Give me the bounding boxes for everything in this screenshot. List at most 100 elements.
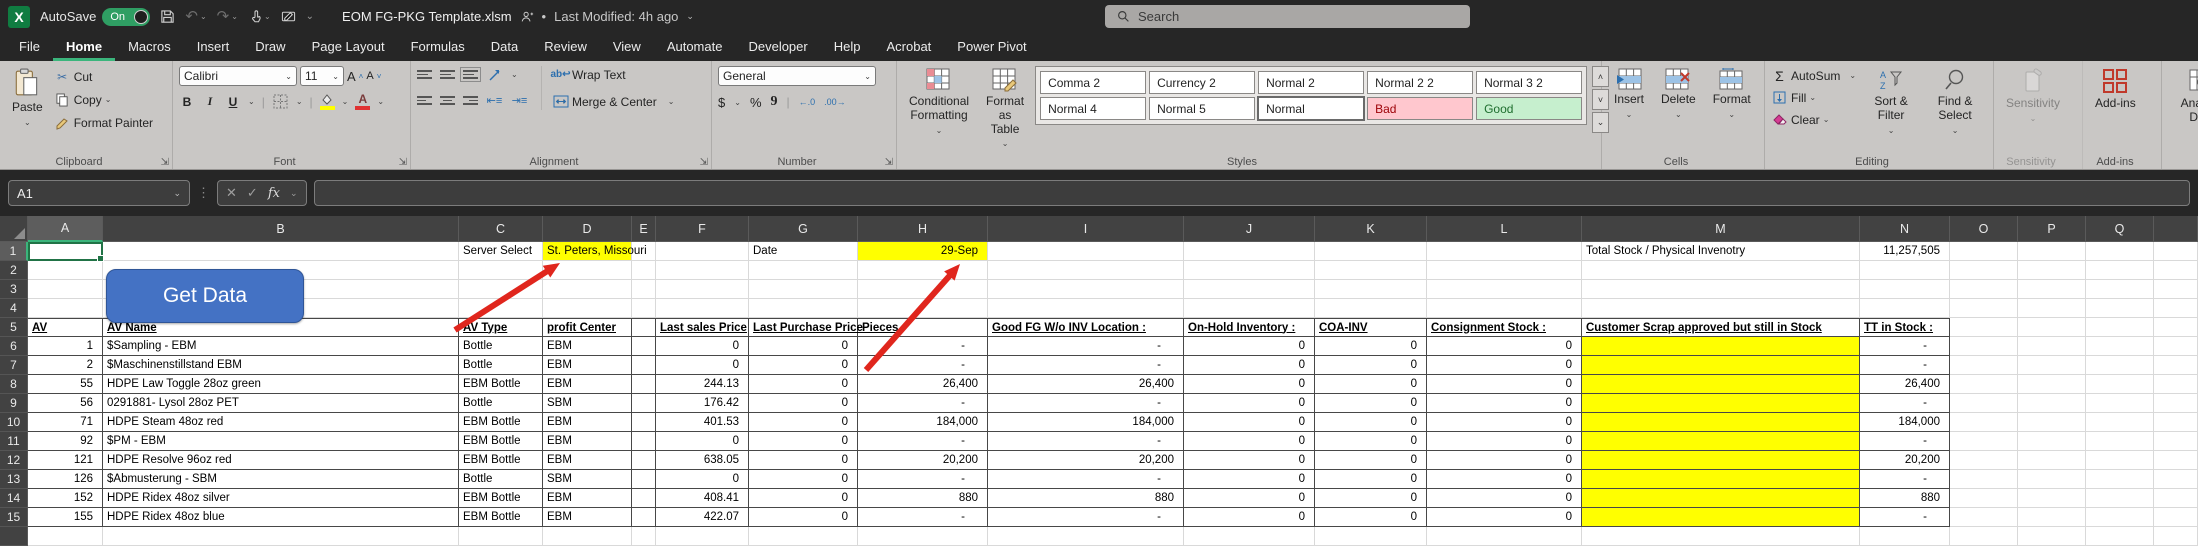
row-header-9[interactable]: 9 (0, 394, 28, 413)
cell-N6[interactable]: - (1860, 337, 1950, 356)
cell-J16[interactable] (1184, 527, 1315, 546)
cell-R13[interactable] (2154, 470, 2198, 489)
title-chevron-icon[interactable]: ⌄ (686, 11, 694, 22)
cell-I15[interactable]: - (988, 508, 1184, 527)
cell-R1[interactable] (2154, 242, 2198, 261)
cell-N11[interactable]: - (1860, 432, 1950, 451)
cell-F9[interactable]: 176.42 (656, 394, 749, 413)
cell-C9[interactable]: Bottle (459, 394, 543, 413)
last-modified[interactable]: Last Modified: 4h ago (554, 9, 678, 24)
cell-M6[interactable] (1582, 337, 1860, 356)
cell-L4[interactable] (1427, 299, 1582, 318)
cell-I4[interactable] (988, 299, 1184, 318)
cell-L2[interactable] (1427, 261, 1582, 280)
cell-J11[interactable]: 0 (1184, 432, 1315, 451)
cell-L10[interactable]: 0 (1427, 413, 1582, 432)
align-center-button[interactable] (440, 96, 455, 105)
cell-P2[interactable] (2018, 261, 2086, 280)
excel-app-icon[interactable]: X (8, 6, 30, 28)
tab-review[interactable]: Review (531, 33, 600, 61)
cell-C16[interactable] (459, 527, 543, 546)
analyze-data-button[interactable]: Analyze Data (2168, 66, 2198, 127)
column-header-E[interactable]: E (632, 216, 656, 242)
cell-Q8[interactable] (2086, 375, 2154, 394)
cell-E10[interactable] (632, 413, 656, 432)
column-header-A[interactable]: A (28, 216, 103, 242)
get-data-button[interactable]: Get Data (106, 269, 304, 323)
cell-Q9[interactable] (2086, 394, 2154, 413)
cell-G6[interactable]: 0 (749, 337, 858, 356)
cell-N4[interactable] (1860, 299, 1950, 318)
cell-Q5[interactable] (2086, 318, 2154, 337)
cell-M9[interactable] (1582, 394, 1860, 413)
cell-H3[interactable] (858, 280, 988, 299)
paste-button[interactable]: Paste⌄ (6, 66, 49, 129)
cell-N2[interactable] (1860, 261, 1950, 280)
cell-K15[interactable]: 0 (1315, 508, 1427, 527)
format-as-table-button[interactable]: Format as Table⌄ (980, 66, 1030, 151)
cell-J13[interactable]: 0 (1184, 470, 1315, 489)
cell-L15[interactable]: 0 (1427, 508, 1582, 527)
cell-I7[interactable]: - (988, 356, 1184, 375)
currency-format-button[interactable]: $ (718, 95, 725, 110)
cell-L1[interactable] (1427, 242, 1582, 261)
style-normal-4[interactable]: Normal 4 (1040, 97, 1146, 120)
cell-D11[interactable]: EBM (543, 432, 632, 451)
underline-button[interactable]: U (225, 95, 241, 109)
cell-J15[interactable]: 0 (1184, 508, 1315, 527)
cell-Q12[interactable] (2086, 451, 2154, 470)
tab-insert[interactable]: Insert (184, 33, 243, 61)
name-box[interactable]: A1 ⌄ (8, 180, 190, 206)
cell-R5[interactable] (2154, 318, 2198, 337)
row-header-7[interactable]: 7 (0, 356, 28, 375)
alignment-dialog-launcher-icon[interactable]: ⇲ (700, 157, 708, 168)
style-currency-2[interactable]: Currency 2 (1149, 71, 1255, 94)
column-header-K[interactable]: K (1315, 216, 1427, 242)
cell-K9[interactable]: 0 (1315, 394, 1427, 413)
cell-F1[interactable] (656, 242, 749, 261)
cell-H14[interactable]: 880 (858, 489, 988, 508)
ink-pen-icon[interactable] (281, 9, 296, 24)
cell-R9[interactable] (2154, 394, 2198, 413)
sheet-grid[interactable]: ABCDEFGHIJKLMNOPQ1Server SelectSt. Peter… (0, 216, 2198, 541)
cell-J5[interactable]: On-Hold Inventory : (1184, 318, 1315, 337)
cell-N12[interactable]: 20,200 (1860, 451, 1950, 470)
cell-O7[interactable] (1950, 356, 2018, 375)
cell-H13[interactable]: - (858, 470, 988, 489)
font-family-select[interactable]: Calibri⌄ (179, 66, 297, 86)
cell-M13[interactable] (1582, 470, 1860, 489)
borders-icon[interactable] (272, 93, 289, 110)
fill-color-dropdown-icon[interactable]: ⌄ (342, 97, 349, 106)
row-header-11[interactable]: 11 (0, 432, 28, 451)
cell-L5[interactable]: Consignment Stock : (1427, 318, 1582, 337)
cell-H7[interactable]: - (858, 356, 988, 375)
cell-B9[interactable]: 0291881- Lysol 28oz PET (103, 394, 459, 413)
cell-M3[interactable] (1582, 280, 1860, 299)
cell-F7[interactable]: 0 (656, 356, 749, 375)
cell-P4[interactable] (2018, 299, 2086, 318)
row-header-1[interactable]: 1 (0, 242, 28, 261)
cell-M15[interactable] (1582, 508, 1860, 527)
cell-Q1[interactable] (2086, 242, 2154, 261)
cell-G8[interactable]: 0 (749, 375, 858, 394)
cell-H6[interactable]: - (858, 337, 988, 356)
cell-E8[interactable] (632, 375, 656, 394)
cell-L3[interactable] (1427, 280, 1582, 299)
cell-M8[interactable] (1582, 375, 1860, 394)
cell-R7[interactable] (2154, 356, 2198, 375)
column-header-P[interactable]: P (2018, 216, 2086, 242)
cell-R16[interactable] (2154, 527, 2198, 546)
cell-E6[interactable] (632, 337, 656, 356)
cell-I16[interactable] (988, 527, 1184, 546)
cell-K10[interactable]: 0 (1315, 413, 1427, 432)
cell-R12[interactable] (2154, 451, 2198, 470)
row-header-12[interactable]: 12 (0, 451, 28, 470)
cell-I8[interactable]: 26,400 (988, 375, 1184, 394)
tab-home[interactable]: Home (53, 33, 115, 61)
cell-C2[interactable] (459, 261, 543, 280)
cell-H2[interactable] (858, 261, 988, 280)
cell-K4[interactable] (1315, 299, 1427, 318)
tab-help[interactable]: Help (821, 33, 874, 61)
cell-I2[interactable] (988, 261, 1184, 280)
quick-access-chevron-icon[interactable]: ⌄ (306, 12, 314, 22)
